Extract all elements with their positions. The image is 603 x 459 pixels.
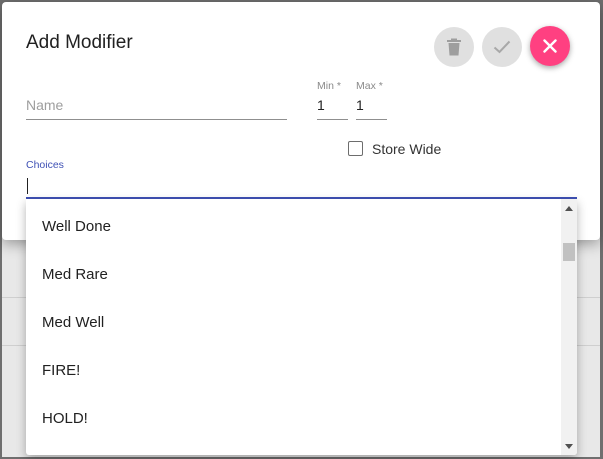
min-label: Min * [317,80,341,92]
store-wide-label: Store Wide [372,141,442,157]
choices-dropdown: Well Done Med Rare Med Well FIRE! HOLD! [26,199,577,455]
close-icon [543,39,557,53]
confirm-button[interactable] [482,27,522,67]
arrow-down-icon [565,443,573,449]
min-input[interactable]: 1 [317,97,325,113]
close-button[interactable] [530,26,570,66]
dropdown-option[interactable]: Med Rare [26,251,559,299]
max-input[interactable]: 1 [356,97,364,113]
min-underline [317,119,348,120]
check-icon [493,40,511,54]
dropdown-option[interactable]: Med Well [26,299,559,347]
max-underline [356,119,387,120]
scroll-up-button[interactable] [561,201,577,215]
dropdown-option[interactable]: Well Done [26,203,559,251]
store-wide-checkbox[interactable] [348,141,363,156]
trash-icon [447,38,461,56]
max-label: Max * [356,80,383,92]
choices-label: Choices [26,159,64,171]
name-input[interactable]: Name [26,97,63,113]
dropdown-option[interactable]: FIRE! [26,347,559,395]
name-underline [26,119,287,120]
scroll-down-button[interactable] [561,439,577,453]
choices-input[interactable] [27,178,28,194]
dialog-title: Add Modifier [26,32,133,53]
arrow-up-icon [565,205,573,211]
dropdown-option[interactable]: HOLD! [26,395,559,443]
delete-button[interactable] [434,27,474,67]
dropdown-scrollbar[interactable] [561,199,577,455]
scroll-thumb[interactable] [563,243,575,261]
